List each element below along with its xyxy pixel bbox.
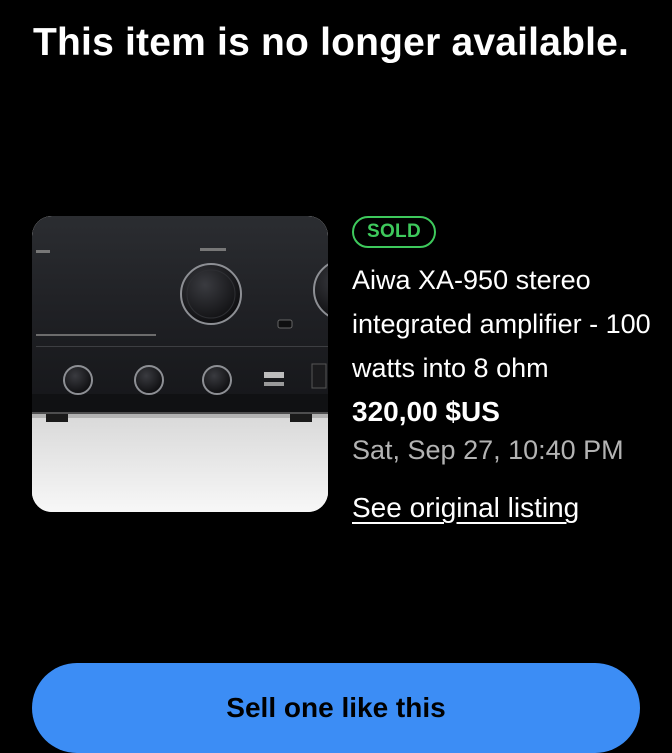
amplifier-image (32, 216, 328, 512)
item-title[interactable]: Aiwa XA-950 stereo integrated amplifier … (352, 258, 652, 390)
status-badge: SOLD (352, 216, 436, 248)
sell-one-like-this-button[interactable]: Sell one like this (32, 663, 640, 753)
listing-details: SOLD Aiwa XA-950 stereo integrated ampli… (352, 216, 652, 526)
item-photo[interactable] (32, 216, 328, 512)
page-title: This item is no longer available. (33, 21, 630, 64)
item-price: 320,00 $US (352, 396, 500, 427)
sold-date: Sat, Sep 27, 10:40 PM (352, 435, 624, 465)
see-original-listing-link[interactable]: See original listing (352, 490, 579, 526)
